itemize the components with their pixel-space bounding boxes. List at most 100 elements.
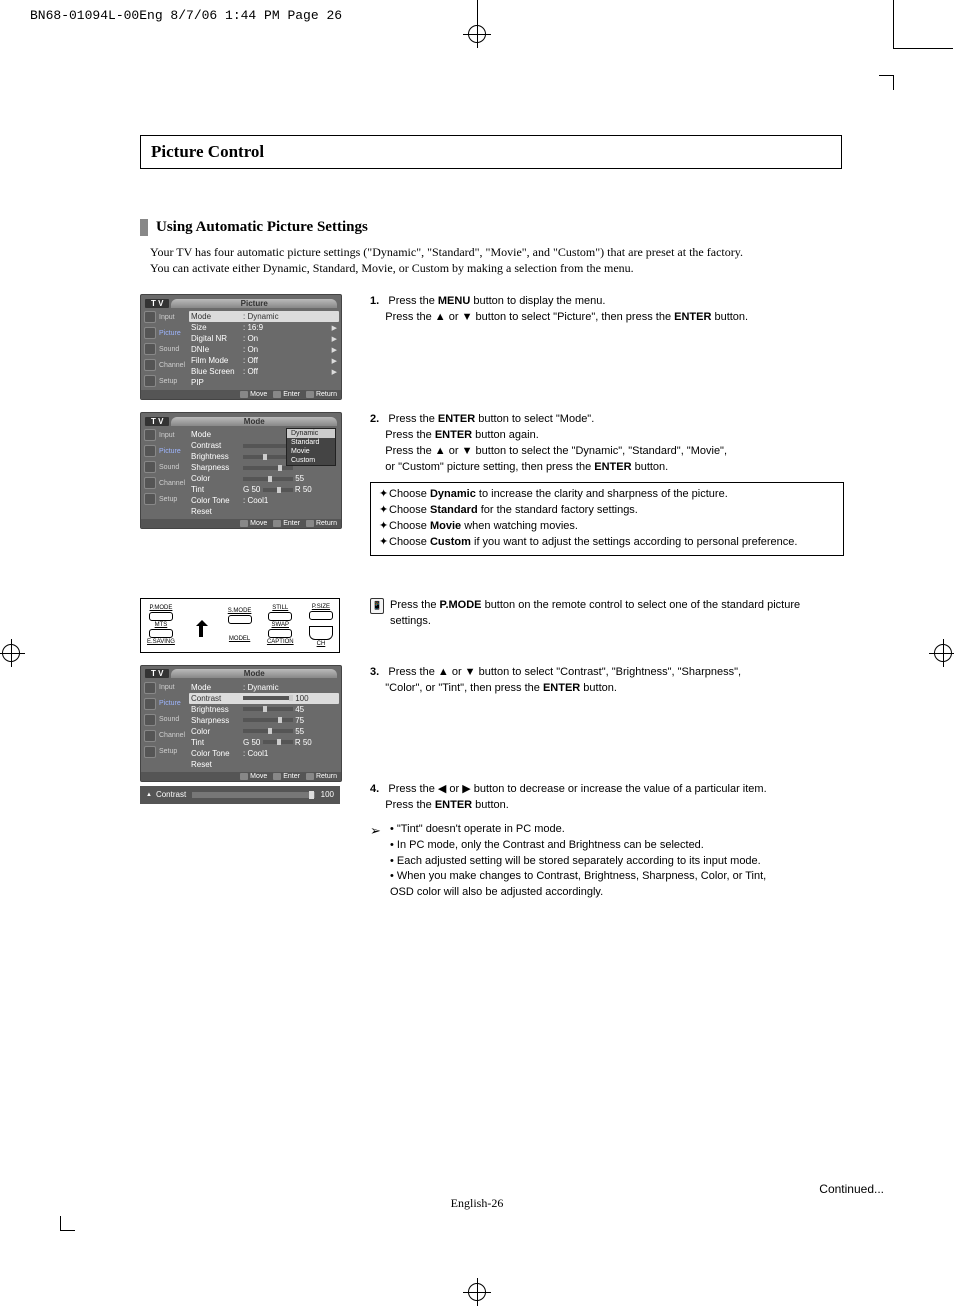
intro-line2: You can activate either Dynamic, Standar… [150, 261, 634, 275]
text: button. [632, 461, 669, 473]
text: "Color", or "Tint", then press the [385, 682, 543, 694]
text: or "Custom" picture setting, then press … [385, 461, 594, 473]
side-label: Input [159, 684, 175, 691]
crop-mark-left [2, 644, 20, 662]
step-4: 4. Press the ◀ or ▶ button to decrease o… [370, 782, 844, 902]
page-title: Picture Control [140, 135, 842, 169]
intro-line1: Your TV has four automatic picture setti… [150, 245, 743, 259]
intro-text: Your TV has four automatic picture setti… [150, 244, 810, 276]
osd-label: Mode [191, 683, 243, 692]
continued-label: Continued... [819, 1182, 884, 1196]
return-icon [306, 520, 314, 527]
osd-label: Color [191, 474, 243, 483]
step-number-1: 1. [370, 295, 379, 307]
text: button again. [472, 429, 539, 441]
custom-bold: Custom [430, 536, 471, 548]
footer-return: Return [316, 773, 337, 780]
osd-label: Reset [191, 760, 243, 769]
note-line: • When you make changes to Contrast, Bri… [390, 869, 766, 885]
osd-row: Digital NR: On▶ [191, 333, 337, 344]
side-picture: Picture [141, 325, 187, 341]
osd-tv-label: T V [145, 417, 169, 426]
popup-custom: Custom [287, 456, 335, 465]
osd-label: Brightness [191, 452, 243, 461]
osd-value: : 16:9 [243, 323, 331, 332]
side-sound: Sound [141, 712, 187, 728]
side-picture: Picture [141, 696, 187, 712]
text: Choose [389, 504, 430, 516]
side-setup: Setup [141, 491, 187, 507]
side-label: Picture [159, 448, 181, 455]
text: button to select "Mode". [475, 413, 594, 425]
remote-illustration: P.MODEMTSE.SAVING S.MODEMODEL STILLSWAPC… [140, 598, 340, 653]
picture-icon [144, 327, 156, 339]
pmode-bold: P.MODE [440, 599, 482, 611]
osd-row: Sharpness 75 [191, 715, 337, 726]
chevron-right-icon: ▶ [331, 324, 337, 332]
osd-label: Color Tone [191, 749, 243, 758]
chevron-right-icon: ▶ [331, 335, 337, 343]
mode-popup: Dynamic Standard Movie Custom [286, 428, 336, 466]
osd-row: Color Tone: Cool1 [191, 495, 337, 506]
osd-tv-label: T V [145, 299, 169, 308]
move-icon [240, 391, 248, 398]
osd-label: Tint [191, 485, 243, 494]
tint-r: R 50 [295, 738, 312, 747]
osd-value: 55 [295, 474, 304, 483]
footer-return: Return [316, 391, 337, 398]
move-icon [240, 520, 248, 527]
crop-corner-tr [893, 0, 894, 48]
up-arrow-icon: ▲ [146, 792, 152, 798]
text: button. [711, 311, 748, 323]
osd-row: Color 55 [191, 473, 337, 484]
osd-label: Sharpness [191, 463, 243, 472]
text: Press the [388, 413, 438, 425]
osd-label: Film Mode [191, 356, 243, 365]
side-channel: Channel [141, 357, 187, 373]
movie-bold: Movie [430, 520, 461, 532]
osd-row: Size: 16:9▶ [191, 322, 337, 333]
side-label: Setup [159, 748, 177, 755]
osd-tab-title: Mode [171, 669, 337, 678]
text: Press the [390, 599, 440, 611]
channel-icon [144, 477, 156, 489]
adjust-label: Contrast [156, 790, 186, 799]
remote-esaving-label: E.SAVING [147, 639, 175, 645]
side-channel-label: Channel [159, 362, 185, 369]
remote-swap-label: SWAP [272, 622, 289, 628]
picture-icon [144, 445, 156, 457]
step-number-3: 3. [370, 666, 379, 678]
osd-row: PIP [191, 377, 337, 388]
slider-icon [243, 477, 293, 481]
print-header: BN68-01094L-00Eng 8/7/06 1:44 PM Page 26 [30, 8, 342, 23]
text: button. [580, 682, 617, 694]
step-4-notes: ➢ • "Tint" doesn't operate in PC mode. •… [370, 822, 844, 902]
osd-label: Color Tone [191, 496, 243, 505]
tint-g: G 50 [243, 485, 260, 494]
text: when watching movies. [461, 520, 578, 532]
osd-label: Tint [191, 738, 243, 747]
text: for the standard factory settings. [478, 504, 638, 516]
note-line: • Each adjusted setting will be stored s… [390, 854, 766, 870]
text: button. [472, 799, 509, 811]
osd-value: 75 [295, 716, 304, 725]
step-1: 1. Press the MENU button to display the … [370, 294, 894, 326]
osd-row: TintG 50 R 50 [191, 484, 337, 495]
popup-dynamic: Dynamic [287, 429, 335, 438]
enter-bold: ENTER [438, 413, 475, 425]
osd-value: : On [243, 345, 331, 354]
remote-still-label: STILL [272, 605, 288, 611]
note-line: • In PC mode, only the Contrast and Brig… [390, 838, 766, 854]
osd-mode-menu-popup: T V Mode Input Picture Sound Channel Set… [140, 412, 342, 529]
text: Press the ▲ or ▼ button to select "Contr… [388, 666, 741, 678]
osd-label: Reset [191, 507, 243, 516]
text: to increase the clarity and sharpness of… [476, 488, 728, 500]
input-icon [144, 311, 156, 323]
side-input: Input [141, 309, 187, 325]
popup-movie: Movie [287, 447, 335, 456]
frame-corner-tr [879, 75, 894, 90]
osd-row: Blue Screen: Off▶ [191, 366, 337, 377]
text: if you want to adjust the settings accor… [471, 536, 798, 548]
mode-descriptions-box: ✦Choose Dynamic to increase the clarity … [370, 482, 844, 556]
osd-label: DNIe [191, 345, 243, 354]
